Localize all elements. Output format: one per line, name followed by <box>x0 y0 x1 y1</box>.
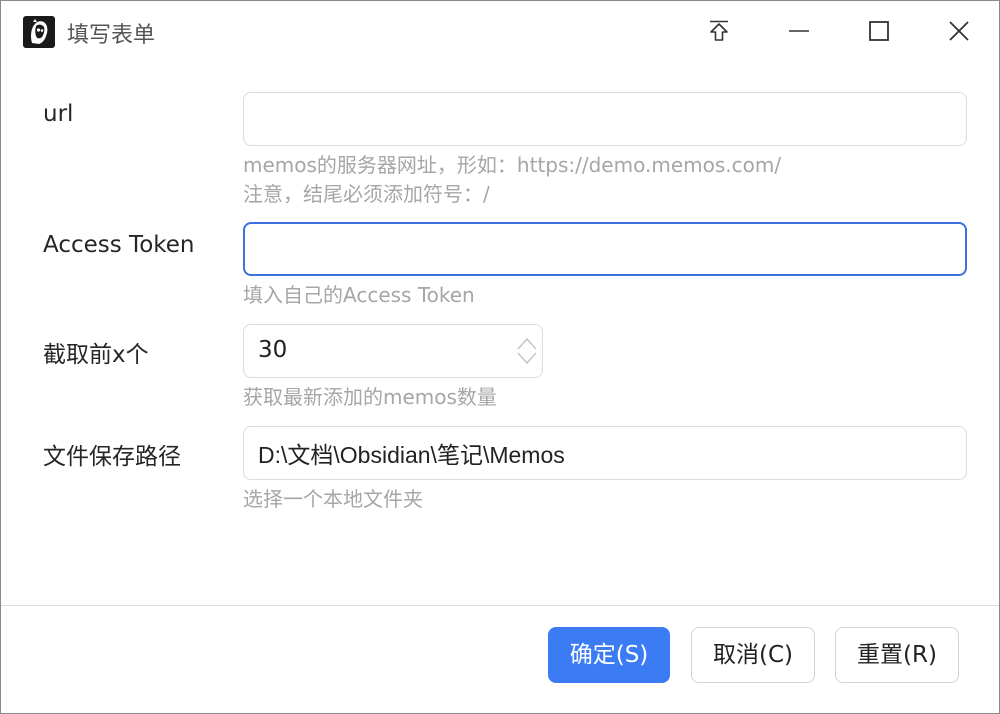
close-button[interactable] <box>939 11 979 51</box>
maximize-icon <box>869 21 889 41</box>
maximize-button[interactable] <box>859 11 899 51</box>
access-token-input[interactable] <box>243 222 967 276</box>
close-icon <box>949 21 969 41</box>
pin-top-icon <box>710 20 728 41</box>
minimize-icon <box>789 30 809 32</box>
dialog-window: 填写表单 url memos的服务器网址，形如：https://demo.mem… <box>0 0 1000 714</box>
url-hint: memos的服务器网址，形如：https://demo.memos.com/ <box>243 153 782 177</box>
count-label: 截取前x个 <box>43 342 149 368</box>
url-hint-note: 注意，结尾必须添加符号：/ <box>243 182 490 206</box>
url-label: url <box>43 101 74 127</box>
window-title: 填写表单 <box>67 23 156 48</box>
confirm-button[interactable]: 确定(S) <box>548 627 670 683</box>
cancel-button[interactable]: 取消(C) <box>691 627 815 683</box>
access-token-label: Access Token <box>43 232 195 258</box>
url-input[interactable] <box>243 92 967 146</box>
save-path-hint: 选择一个本地文件夹 <box>243 487 423 511</box>
title-bar: 填写表单 <box>1 1 999 63</box>
minimize-button[interactable] <box>779 11 819 51</box>
access-token-hint: 填入自己的Access Token <box>243 283 475 307</box>
pin-top-button[interactable] <box>699 11 739 51</box>
spinner-arrows-icon[interactable] <box>516 335 538 367</box>
app-logo-icon <box>23 16 55 48</box>
count-hint: 获取最新添加的memos数量 <box>243 385 497 409</box>
count-value: 30 <box>258 337 288 363</box>
save-path-label: 文件保存路径 <box>43 444 181 470</box>
footer-divider <box>1 605 999 606</box>
reset-button[interactable]: 重置(R) <box>835 627 959 683</box>
count-number-input[interactable]: 30 <box>243 324 543 378</box>
save-path-input[interactable] <box>243 426 967 480</box>
